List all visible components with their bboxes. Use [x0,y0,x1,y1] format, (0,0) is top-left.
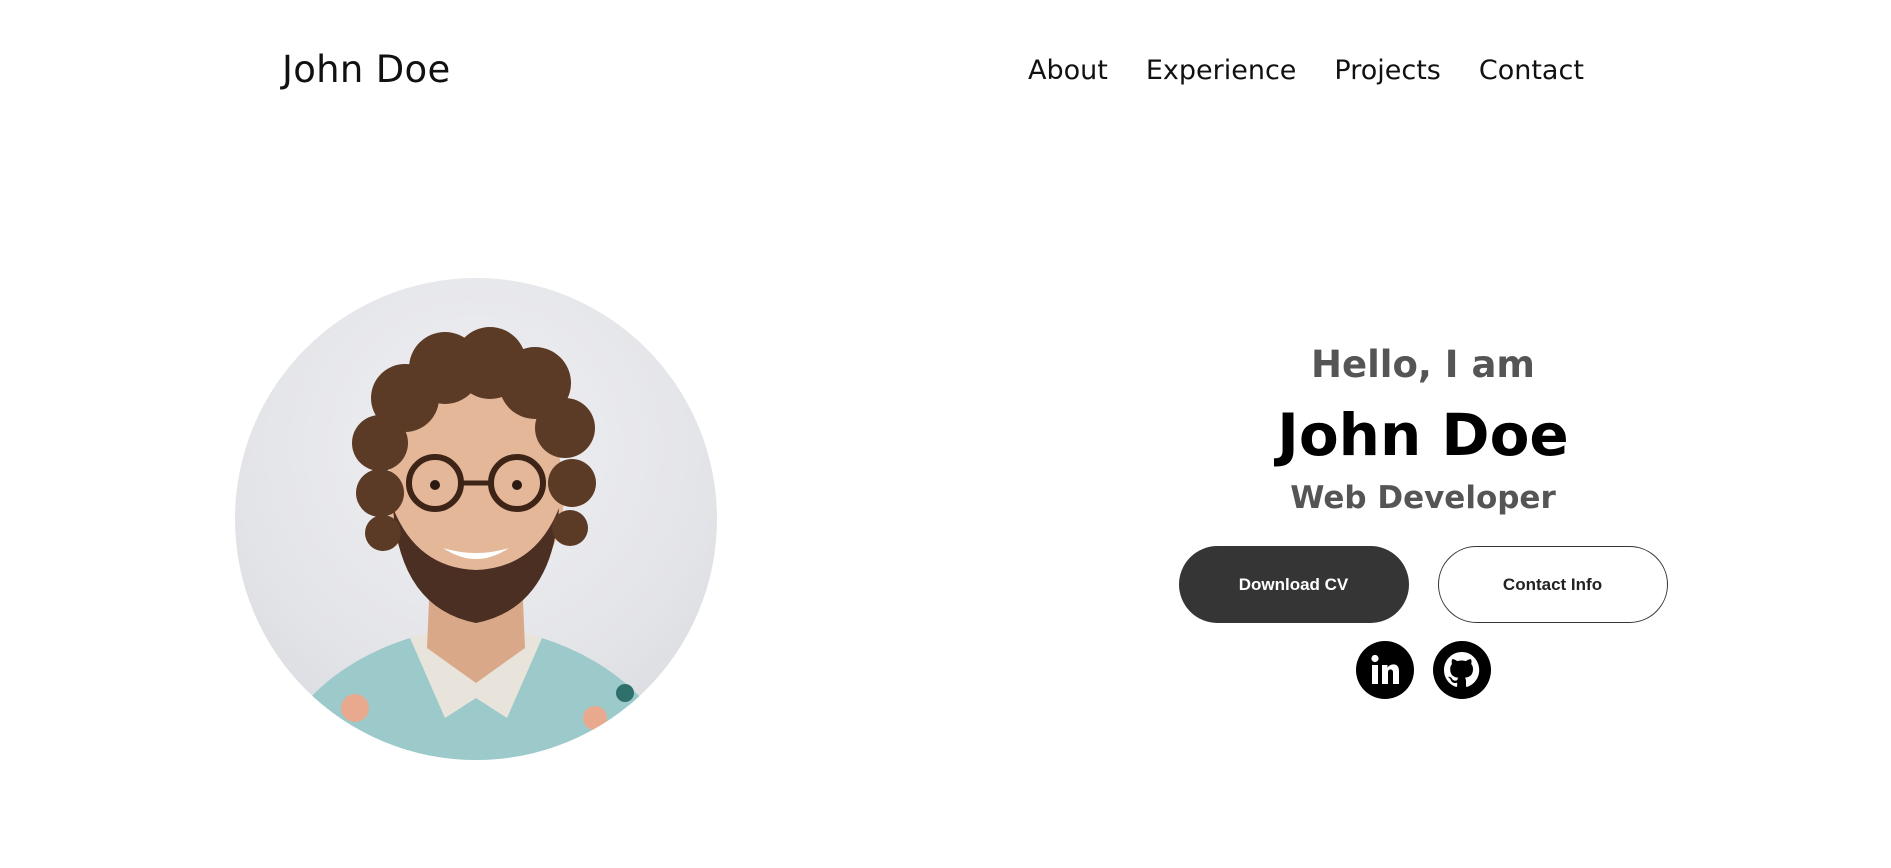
main-nav: About Experience Projects Contact [1028,55,1584,86]
hero-buttons: Download CV Contact Info [1168,546,1678,623]
linkedin-icon[interactable] [1355,641,1414,699]
nav-contact[interactable]: Contact [1479,55,1584,86]
download-cv-button[interactable]: Download CV [1178,546,1409,623]
hero-role: Web Developer [1290,480,1556,516]
profile-photo [235,278,717,760]
nav-about[interactable]: About [1028,55,1108,86]
hero-name: John Doe [1277,401,1569,469]
hero-section: Hello, I am John Doe Web Developer Downl… [1168,340,1678,699]
social-links [1168,641,1678,699]
nav-experience[interactable]: Experience [1146,55,1297,86]
portfolio-page: John Doe About Experience Projects Conta… [0,0,1891,868]
nav-projects[interactable]: Projects [1334,55,1440,86]
contact-info-button[interactable]: Contact Info [1437,546,1668,623]
greeting-text: Hello, I am [1311,343,1535,386]
site-logo[interactable]: John Doe [282,48,451,91]
github-icon[interactable] [1432,641,1491,699]
